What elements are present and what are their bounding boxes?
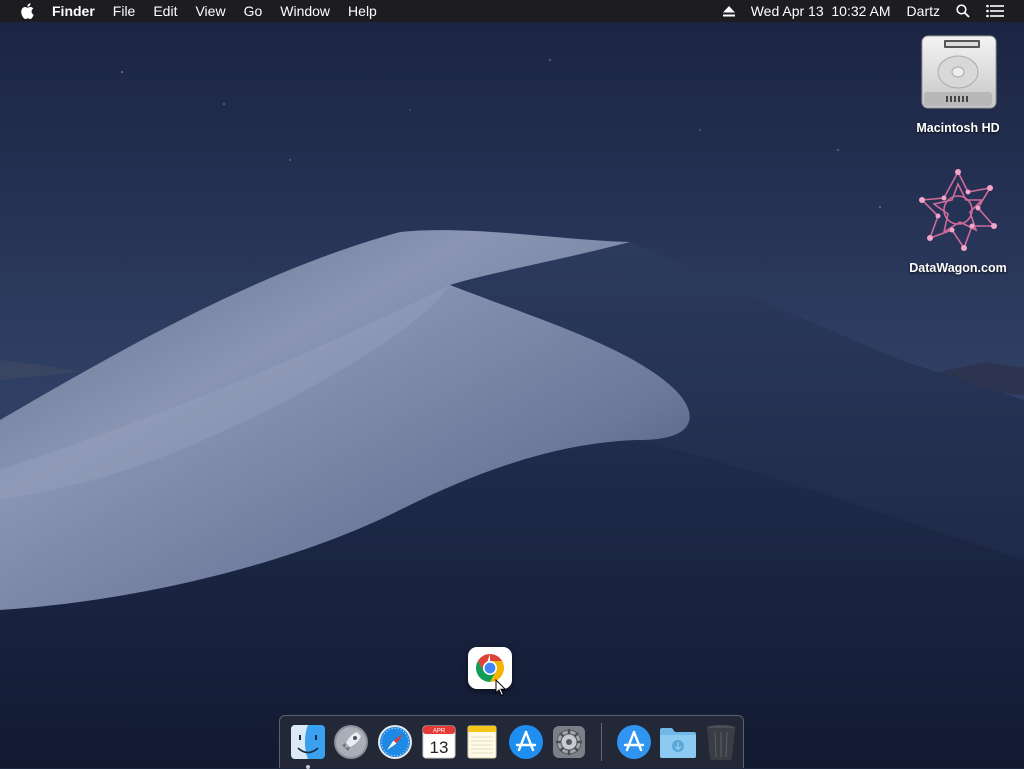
dock-item-finder[interactable] — [288, 722, 328, 769]
desktop-icon-label: DataWagon.com — [909, 261, 1007, 275]
desktop-wallpaper — [0, 0, 1024, 768]
menu-file[interactable]: File — [104, 0, 145, 22]
dock-item-trash[interactable] — [701, 722, 741, 762]
dock-item-app-store[interactable] — [506, 722, 546, 762]
running-indicator — [306, 765, 310, 769]
dock-separator — [601, 723, 603, 761]
applications-icon — [616, 725, 651, 759]
notes-icon — [467, 725, 497, 759]
dock: APR 13 — [279, 715, 744, 769]
system-preferences-icon — [553, 726, 586, 758]
trash-icon — [707, 725, 736, 761]
menu-view[interactable]: View — [186, 0, 234, 22]
desktop-icon-macintosh-hd[interactable]: Macintosh HD — [903, 32, 1013, 135]
menubar-clock[interactable]: Wed Apr 13 10:32 AM — [743, 0, 899, 22]
dock-item-downloads[interactable] — [658, 722, 698, 762]
calendar-day: 13 — [429, 738, 448, 757]
menu-help[interactable]: Help — [339, 0, 386, 22]
safari-icon — [377, 725, 412, 759]
eject-icon[interactable] — [715, 0, 743, 22]
launchpad-icon — [334, 725, 369, 759]
hard-drive-icon — [921, 35, 997, 109]
menu-window[interactable]: Window — [271, 0, 339, 22]
dock-item-safari[interactable] — [375, 722, 415, 762]
calendar-icon: APR 13 — [422, 725, 456, 759]
desktop-icon-label: Macintosh HD — [916, 121, 1000, 135]
dock-item-launchpad[interactable] — [332, 722, 372, 762]
app-store-icon — [508, 725, 543, 759]
finder-icon — [290, 725, 325, 759]
menu-app-finder[interactable]: Finder — [52, 0, 104, 22]
downloads-folder-icon — [659, 728, 696, 758]
desktop-icon-datawagon[interactable]: DataWagon.com — [903, 168, 1013, 275]
menu-bar: Finder File Edit View Go Window Help Wed… — [0, 0, 1024, 22]
dock-item-system-preferences[interactable] — [550, 722, 590, 762]
dock-item-applications[interactable] — [614, 722, 654, 762]
calendar-month: APR — [432, 729, 445, 735]
apple-menu-icon[interactable] — [18, 0, 36, 22]
menubar-user[interactable]: Dartz — [899, 0, 948, 22]
menu-edit[interactable]: Edit — [144, 0, 186, 22]
notification-center-icon[interactable] — [978, 0, 1012, 22]
spotlight-search-icon[interactable] — [948, 0, 978, 22]
datawagon-icon — [919, 169, 997, 251]
dock-item-calendar[interactable]: APR 13 — [419, 722, 459, 762]
mouse-cursor-icon — [495, 679, 507, 697]
dock-item-notes[interactable] — [462, 722, 502, 762]
menu-go[interactable]: Go — [235, 0, 272, 22]
